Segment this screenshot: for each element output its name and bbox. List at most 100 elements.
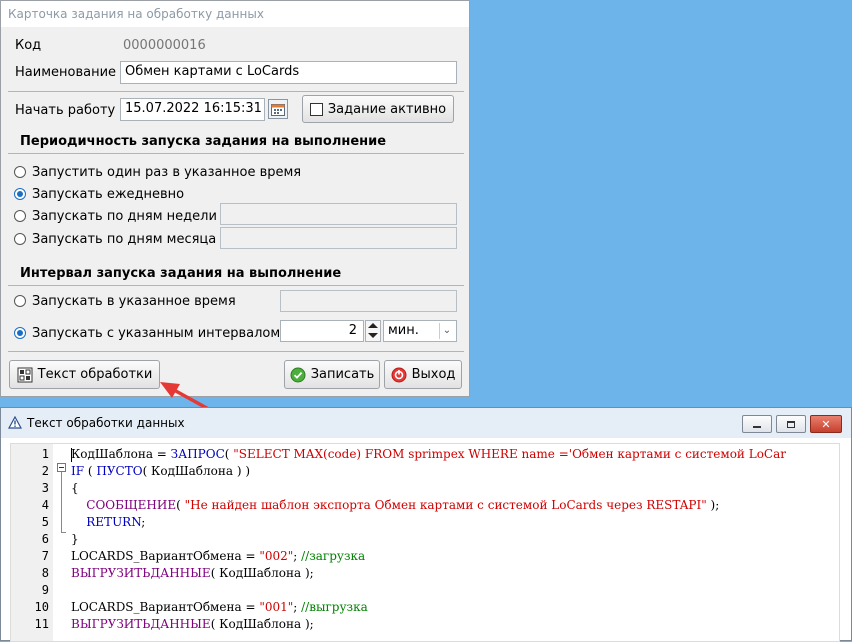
save-label: Записать: [310, 367, 375, 382]
start-label: Начать работу: [15, 103, 116, 118]
line-number: 3: [41, 481, 49, 495]
task-card-window: Карточка задания на обработку данных Код…: [0, 0, 470, 397]
weekdays-input[interactable]: [220, 203, 457, 225]
code-token: (: [84, 464, 97, 478]
code-line: {: [71, 480, 79, 497]
line-number: 7: [41, 549, 49, 563]
calendar-icon[interactable]: [268, 99, 288, 119]
processing-text-label: Текст обработки: [37, 367, 153, 382]
name-label: Наименование: [15, 65, 117, 80]
line-number-gutter: 1 2 3 4 5 6 7 8 9 10 11: [11, 444, 53, 641]
code-line: LOCARDS_ВариантОбмена = "001"; //выгрузк…: [71, 599, 368, 616]
code-token: RETURN: [86, 515, 142, 529]
radio-weekdays[interactable]: [14, 210, 26, 222]
interval-unit-select[interactable]: мин. ⌄: [383, 320, 457, 342]
code-token: LOCARDS_ВариантОбмена =: [71, 549, 260, 563]
radio-at-time-label: Запускать в указанное время: [32, 294, 236, 309]
code-line: ВЫГРУЗИТЬДАННЫЕ( КодШаблона );: [71, 565, 314, 582]
interval-section-title: Интервал запуска задания на выполнение: [20, 266, 342, 281]
code-token: ( КодШаблона );: [210, 617, 314, 631]
line-number: 6: [41, 532, 49, 546]
line-number: 2: [41, 464, 49, 478]
code-token: ( КодШаблона );: [210, 566, 314, 580]
radio-once-label: Запустить один раз в указанное время: [32, 165, 302, 180]
interval-spinner[interactable]: [365, 320, 381, 342]
code-token: "002": [259, 549, 294, 563]
line-number: 1: [41, 447, 49, 461]
code-token: LOCARDS_ВариантОбмена =: [71, 600, 260, 614]
line-number: 11: [34, 617, 49, 631]
name-input[interactable]: Обмен картами с LoCards: [120, 61, 457, 84]
close-icon[interactable]: ✕: [810, 415, 842, 433]
processing-text-button[interactable]: Текст обработки: [9, 360, 160, 389]
code-line: IF ( ПУСТО( КодШаблона ) ): [71, 463, 250, 480]
radio-once[interactable]: [14, 166, 26, 178]
fold-toggle-icon[interactable]: [57, 463, 66, 472]
divider: [8, 285, 464, 286]
code-value: 0000000016: [123, 38, 206, 53]
line-number: 8: [41, 566, 49, 580]
task-card-title: Карточка задания на обработку данных: [1, 1, 469, 27]
radio-at-time[interactable]: [14, 295, 26, 307]
radio-weekdays-label: Запускать по дням недели: [32, 209, 217, 224]
save-button[interactable]: Записать: [284, 360, 380, 389]
divider: [8, 351, 464, 352]
check-circle-icon: [290, 367, 306, 383]
radio-daily-label: Запускать ежедневно: [32, 187, 185, 202]
code-token: (: [176, 498, 185, 512]
code-line: }: [71, 531, 79, 548]
code-line: RETURN;: [71, 514, 145, 531]
start-datetime-input[interactable]: 15.07.2022 16:15:31: [120, 98, 265, 121]
code-window-title: Текст обработки данных: [27, 416, 185, 430]
divider: [8, 153, 464, 154]
code-token: ;: [293, 600, 302, 614]
active-label: Задание активно: [327, 101, 447, 117]
power-icon: [391, 367, 407, 383]
radio-monthdays-label: Запускать по дням месяца: [32, 232, 217, 247]
monthdays-input[interactable]: [220, 227, 457, 249]
code-token: //загрузка: [301, 549, 366, 563]
radio-interval[interactable]: [14, 327, 26, 339]
active-checkbox-button[interactable]: Задание активно: [302, 95, 454, 123]
code-token: ВЫГРУЗИТЬДАННЫЕ: [71, 617, 211, 631]
radio-daily[interactable]: [14, 188, 26, 200]
maximize-icon[interactable]: [776, 415, 806, 433]
minimize-icon[interactable]: [742, 415, 772, 433]
code-token: {: [71, 481, 79, 495]
code-token: "Не найден шаблон экспорта Обмен картами…: [184, 498, 707, 512]
code-line: LOCARDS_ВариантОбмена = "002"; //загрузк…: [71, 548, 365, 565]
code-line: СООБЩЕНИЕ( "Не найден шаблон экспорта Об…: [71, 497, 719, 514]
radio-interval-label: Запускать с указанным интервалом: [32, 326, 281, 341]
radio-monthdays[interactable]: [14, 233, 26, 245]
line-number: 9: [41, 583, 49, 597]
exit-label: Выход: [411, 367, 456, 382]
spin-up-icon[interactable]: [368, 323, 378, 328]
code-token: ;: [141, 515, 146, 529]
spin-down-icon[interactable]: [368, 333, 378, 338]
active-checkbox[interactable]: [309, 102, 323, 116]
interval-unit-value: мин.: [388, 323, 419, 338]
code-token: "SELECT MAX(code) FROM sprimpex WHERE na…: [233, 447, 787, 461]
fold-end: [61, 532, 66, 533]
code-token: КодШаблона =: [71, 447, 171, 461]
chevron-down-icon[interactable]: ⌄: [439, 323, 454, 339]
at-time-input[interactable]: [280, 290, 457, 312]
code-token: ЗАПРОС: [170, 447, 225, 461]
fold-line: [61, 472, 62, 532]
periodicity-section-title: Периодичность запуска задания на выполне…: [20, 134, 387, 149]
code-token: }: [71, 532, 79, 546]
code-editor[interactable]: 1 2 3 4 5 6 7 8 9 10 11 КодШаблона = ЗАПРОС( "SELE…: [10, 443, 840, 642]
code-token: ( КодШаблона ) ): [142, 464, 251, 478]
line-number: 10: [34, 600, 49, 614]
exit-button[interactable]: Выход: [384, 360, 462, 389]
code-file-icon: [17, 367, 33, 383]
interval-value-input[interactable]: 2: [280, 320, 364, 342]
code-label: Код: [15, 38, 42, 53]
code-token: IF: [71, 464, 85, 478]
code-token: //выгрузка: [301, 600, 368, 614]
code-token: ВЫГРУЗИТЬДАННЫЕ: [71, 566, 211, 580]
code-line: КодШаблона = ЗАПРОС( "SELECT MAX(code) F…: [71, 446, 786, 463]
line-number: 4: [41, 498, 49, 512]
